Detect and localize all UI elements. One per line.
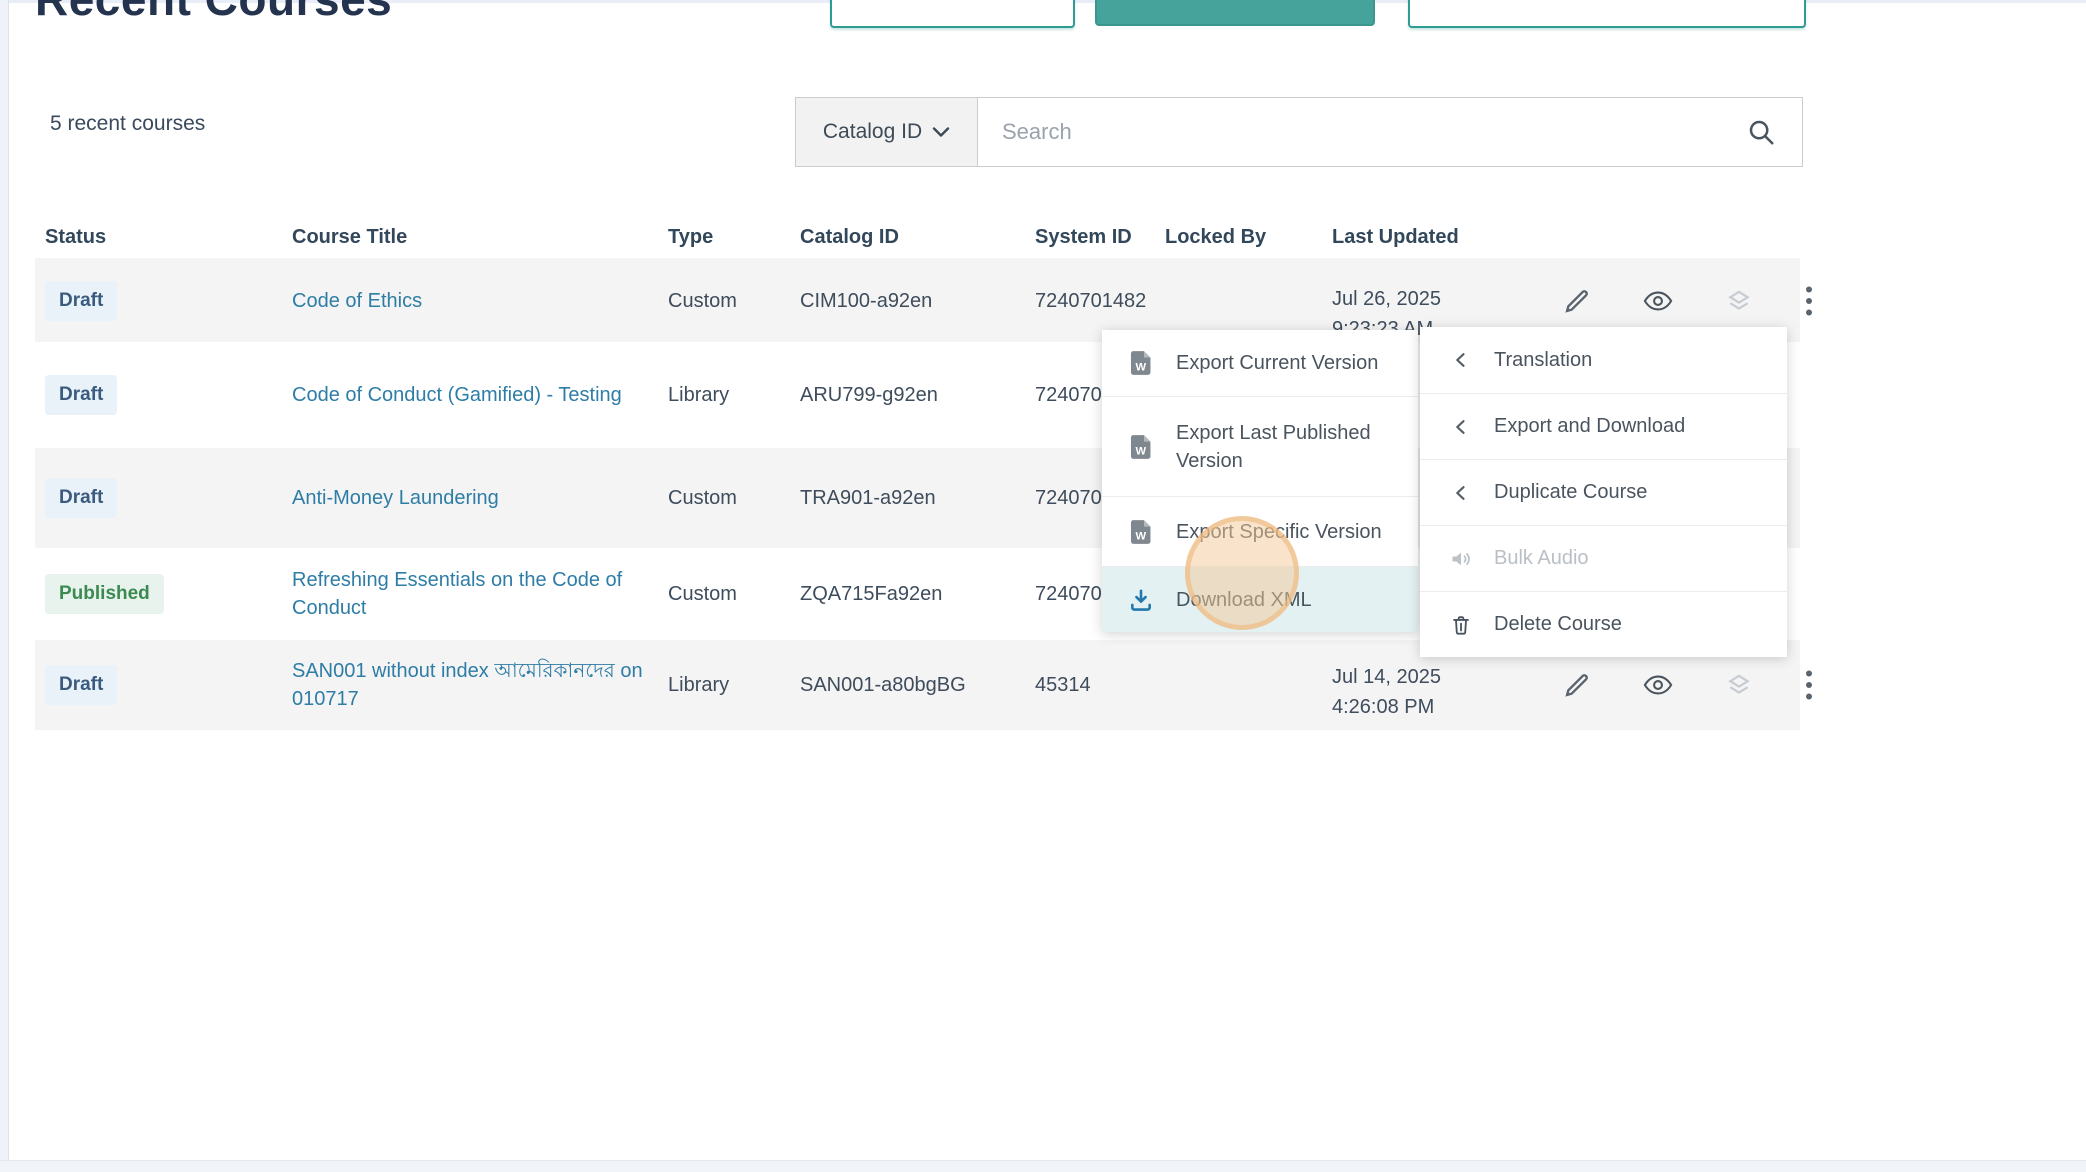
catalog-id-cell: ZQA715Fa92en (790, 580, 1025, 608)
chevron-left-icon (1448, 416, 1474, 438)
menu-item-label: Bulk Audio (1494, 547, 1589, 570)
catalog-id-cell: ARU799-g92en (790, 381, 1025, 409)
menu-item-label: Duplicate Course (1494, 481, 1647, 504)
chevron-left-icon (1448, 349, 1474, 371)
chevron-down-icon (932, 126, 950, 138)
menu-item-export-specific-version[interactable]: W Export Specific Version (1102, 496, 1418, 566)
menu-item-label: Export Specific Version (1176, 518, 1386, 546)
layers-icon[interactable] (1725, 286, 1753, 316)
type-cell: Custom (658, 484, 790, 512)
catalog-id-cell: SAN001-a80bgBG (790, 671, 1025, 699)
catalog-id-cell: TRA901-a92en (790, 484, 1025, 512)
menu-item-translation[interactable]: Translation (1420, 327, 1787, 393)
menu-item-duplicate-course[interactable]: Duplicate Course (1420, 459, 1787, 525)
toolbar-button-2[interactable] (1095, 0, 1375, 26)
header-type: Type (658, 223, 790, 251)
menu-item-export-current-version[interactable]: W Export Current Version (1102, 330, 1418, 396)
download-icon (1128, 587, 1154, 613)
svg-text:W: W (1135, 445, 1146, 457)
more-kebab-icon[interactable] (1805, 670, 1813, 700)
search-button[interactable] (1720, 98, 1802, 166)
chevron-left-icon (1448, 482, 1474, 504)
page-left-edge (0, 0, 9, 1172)
menu-item-delete-course[interactable]: Delete Course (1420, 591, 1787, 657)
row-actions (1505, 670, 1800, 700)
header-status: Status (35, 223, 282, 251)
header-catalog-id: Catalog ID (790, 223, 1025, 251)
table-header-row: Status Course Title Type Catalog ID Syst… (35, 215, 1800, 258)
menu-item-label: Export Current Version (1176, 349, 1386, 377)
row-actions (1505, 286, 1800, 316)
page-title: Recent Courses (35, 0, 392, 26)
catalog-id-cell: CIM100-a92en (790, 287, 1025, 315)
edit-pencil-icon[interactable] (1563, 670, 1591, 700)
trash-icon (1448, 613, 1474, 637)
course-title-link[interactable]: Code of Ethics (292, 290, 422, 312)
status-badge: Published (45, 574, 164, 614)
svg-text:W: W (1135, 362, 1146, 374)
preview-eye-icon[interactable] (1643, 286, 1673, 316)
course-title-link[interactable]: Code of Conduct (Gamified) - Testing (292, 384, 622, 406)
header-system-id: System ID (1025, 223, 1155, 251)
export-download-submenu: W Export Current Version W Export Last P… (1102, 330, 1418, 632)
system-id-cell: 45314 (1025, 671, 1155, 699)
search-icon (1746, 117, 1776, 147)
menu-item-label: Export Last Published Version (1176, 419, 1386, 475)
type-cell: Library (658, 671, 790, 699)
type-cell: Custom (658, 287, 790, 315)
course-title-link[interactable]: Anti-Money Laundering (292, 487, 499, 509)
word-doc-icon: W (1128, 350, 1154, 376)
menu-item-label: Translation (1494, 349, 1592, 372)
type-cell: Custom (658, 580, 790, 608)
header-course-title: Course Title (282, 223, 658, 251)
speaker-icon (1448, 547, 1474, 571)
page-bottom-edge (0, 1160, 2086, 1172)
status-badge: Draft (45, 281, 117, 321)
course-actions-menu: Translation Export and Download Duplicat… (1420, 327, 1787, 657)
course-title-link[interactable]: Refreshing Essentials on the Code of Con… (292, 569, 622, 619)
search-bar: Catalog ID (795, 97, 1803, 167)
menu-item-label: Export and Download (1494, 415, 1685, 438)
menu-item-label: Download XML (1176, 586, 1386, 614)
course-title-link[interactable]: SAN001 without index আমেরিকানদের on 0107… (292, 660, 643, 710)
status-badge: Draft (45, 665, 117, 705)
status-badge: Draft (45, 478, 117, 518)
menu-item-label: Delete Course (1494, 613, 1622, 636)
search-filter-label: Catalog ID (823, 120, 922, 144)
system-id-cell: 7240701482 (1025, 287, 1155, 315)
svg-text:W: W (1135, 530, 1146, 542)
word-doc-icon: W (1128, 519, 1154, 545)
menu-item-bulk-audio: Bulk Audio (1420, 525, 1787, 591)
status-badge: Draft (45, 375, 117, 415)
menu-item-export-and-download[interactable]: Export and Download (1420, 393, 1787, 459)
header-last-updated: Last Updated (1322, 223, 1505, 251)
preview-eye-icon[interactable] (1643, 670, 1673, 700)
search-input[interactable] (978, 98, 1720, 166)
menu-item-export-last-published-version[interactable]: W Export Last Published Version (1102, 396, 1418, 496)
menu-item-download-xml[interactable]: Download XML (1102, 566, 1418, 632)
more-kebab-icon[interactable] (1805, 286, 1813, 316)
search-filter-dropdown[interactable]: Catalog ID (796, 98, 978, 166)
edit-pencil-icon[interactable] (1563, 286, 1591, 316)
toolbar-button-3[interactable] (1408, 0, 1806, 28)
toolbar-button-1[interactable] (830, 0, 1075, 28)
course-count-label: 5 recent courses (50, 112, 205, 136)
word-doc-icon: W (1128, 434, 1154, 460)
layers-icon[interactable] (1725, 670, 1753, 700)
header-locked-by: Locked By (1155, 223, 1322, 251)
type-cell: Library (658, 381, 790, 409)
